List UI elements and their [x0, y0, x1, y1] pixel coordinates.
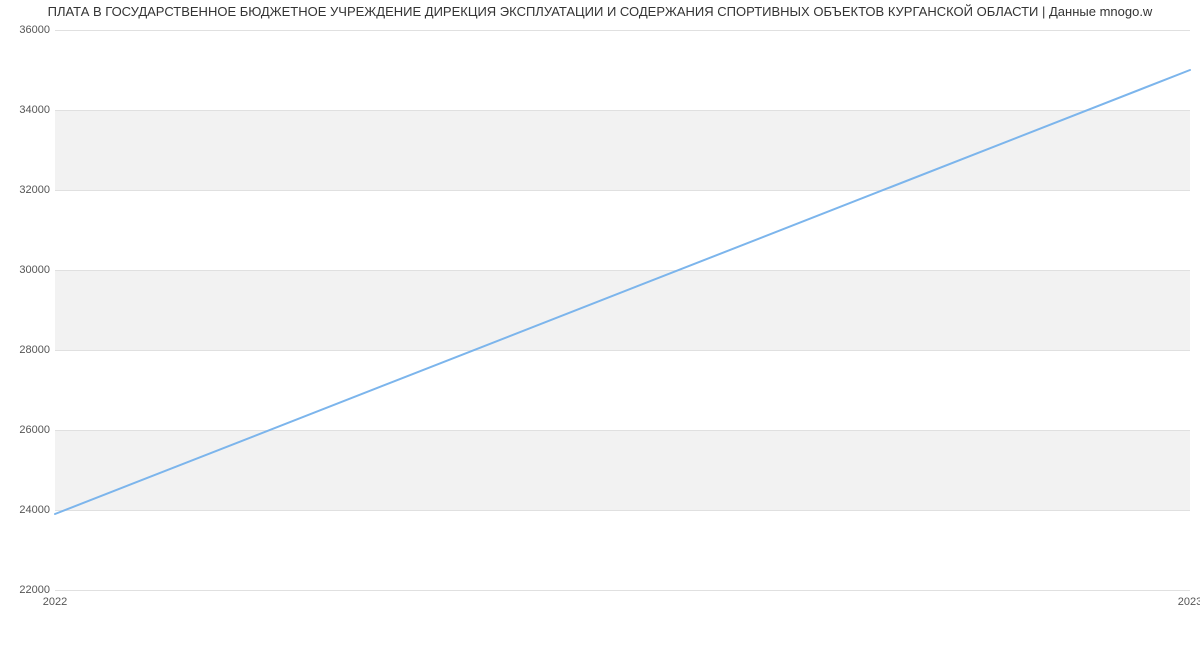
y-tick-label: 22000: [8, 584, 50, 596]
y-tick-label: 26000: [8, 424, 50, 436]
y-tick-label: 36000: [8, 24, 50, 36]
chart-container: ПЛАТА В ГОСУДАРСТВЕННОЕ БЮДЖЕТНОЕ УЧРЕЖД…: [0, 0, 1200, 650]
y-tick-label: 34000: [8, 104, 50, 116]
gridline: [55, 590, 1190, 591]
y-tick-label: 28000: [8, 344, 50, 356]
plot-area: [55, 30, 1190, 591]
data-line: [55, 70, 1190, 514]
chart-title: ПЛАТА В ГОСУДАРСТВЕННОЕ БЮДЖЕТНОЕ УЧРЕЖД…: [0, 4, 1200, 19]
y-tick-label: 32000: [8, 184, 50, 196]
x-tick-label: 2022: [43, 596, 67, 608]
x-tick-label: 2023: [1178, 596, 1200, 608]
line-layer: [55, 30, 1190, 590]
y-tick-label: 30000: [8, 264, 50, 276]
y-tick-label: 24000: [8, 504, 50, 516]
